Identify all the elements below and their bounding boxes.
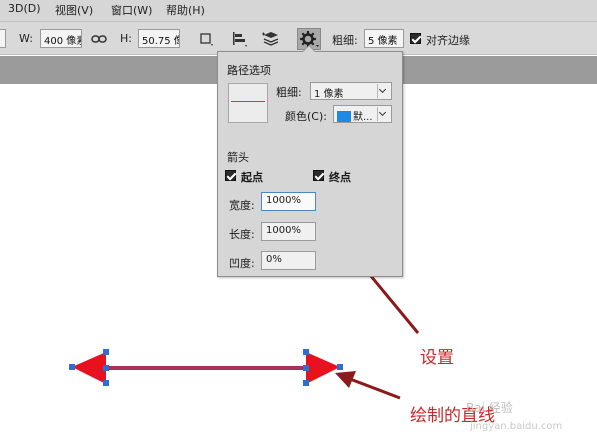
end-arrow-label: 终点: [329, 171, 351, 184]
start-arrowhead[interactable]: [72, 352, 106, 384]
anchor-point[interactable]: [103, 365, 109, 371]
arrow-concavity-label: 凹度:: [229, 257, 255, 270]
popup-weight-select[interactable]: 1 像素: [310, 82, 392, 100]
arrow-length-label: 长度:: [229, 228, 255, 241]
chevron-down-icon: [377, 107, 389, 121]
popup-color-select[interactable]: 默...: [333, 105, 392, 123]
arrow-width-field[interactable]: 1000%: [261, 192, 316, 211]
watermark-url: jingyan.baidu.com: [470, 421, 563, 432]
stroke-preview: [228, 83, 268, 123]
popup-color-label: 颜色(C):: [285, 110, 327, 123]
line-pointer-arrow: [349, 377, 401, 400]
anchor-point[interactable]: [303, 380, 309, 386]
arrow-length-field[interactable]: 1000%: [261, 222, 316, 241]
settings-annotation: 设置: [420, 348, 454, 368]
end-arrowhead[interactable]: [306, 352, 340, 384]
popup-weight-label: 粗细:: [276, 86, 302, 99]
color-swatch: [337, 111, 351, 122]
anchor-point[interactable]: [303, 365, 309, 371]
anchor-point[interactable]: [69, 364, 75, 370]
arrow-concavity-field[interactable]: 0%: [261, 251, 316, 270]
start-arrow-checkbox[interactable]: [225, 170, 236, 181]
path-options-title: 路径选项: [227, 64, 271, 77]
anchor-point[interactable]: [103, 349, 109, 355]
anchor-point[interactable]: [337, 364, 343, 370]
end-arrow-checkbox[interactable]: [313, 170, 324, 181]
anchor-point[interactable]: [303, 349, 309, 355]
start-arrow-label: 起点: [241, 171, 263, 184]
arrow-width-label: 宽度:: [229, 199, 255, 212]
path-options-popup: 路径选项 粗细: 1 像素 颜色(C): 默... 箭头 起点 终点 宽度: 1…: [217, 45, 403, 277]
watermark-logo: Bai 经验: [466, 401, 513, 415]
chevron-down-icon: [377, 84, 389, 98]
arrowhead-section-label: 箭头: [227, 151, 249, 164]
anchor-point[interactable]: [103, 380, 109, 386]
